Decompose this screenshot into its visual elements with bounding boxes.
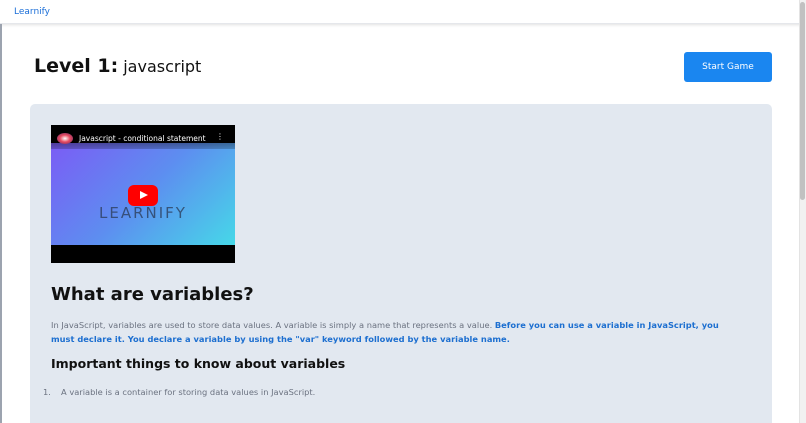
list-item: 1. A variable is a container for storing… xyxy=(43,387,315,397)
page-scrollbar[interactable] xyxy=(799,0,806,423)
play-icon[interactable] xyxy=(128,185,158,206)
brand-link[interactable]: Learnify xyxy=(14,7,50,17)
list-item-text: A variable is a container for storing da… xyxy=(61,387,316,397)
subsection-heading: Important things to know about variables xyxy=(51,356,346,371)
video-header: Javascript - conditional statement ⋮ xyxy=(51,125,235,149)
video-title[interactable]: Javascript - conditional statement xyxy=(79,134,206,143)
scrollbar-thumb[interactable] xyxy=(800,2,805,200)
list-item-number: 1. xyxy=(43,387,51,397)
level-label: Level 1: xyxy=(34,55,119,77)
left-edge-border xyxy=(0,24,2,423)
kebab-vertical-icon[interactable]: ⋮ xyxy=(216,133,224,141)
video-embed[interactable]: LEARNIFY Javascript - conditional statem… xyxy=(51,125,235,263)
facts-list: 1. A variable is a container for storing… xyxy=(43,387,315,397)
level-name: javascript xyxy=(123,57,202,76)
intro-paragraph: In JavaScript, variables are used to sto… xyxy=(51,318,741,346)
section-heading: What are variables? xyxy=(51,284,254,305)
paragraph-plain-text: In JavaScript, variables are used to sto… xyxy=(51,320,495,330)
video-watermark: LEARNIFY xyxy=(99,204,187,222)
top-navbar: Learnify xyxy=(0,0,806,24)
start-game-button[interactable]: Start Game xyxy=(684,52,772,82)
page-title: Level 1: javascript xyxy=(34,55,201,81)
lesson-panel: LEARNIFY Javascript - conditional statem… xyxy=(30,104,772,423)
channel-avatar[interactable] xyxy=(57,133,73,144)
